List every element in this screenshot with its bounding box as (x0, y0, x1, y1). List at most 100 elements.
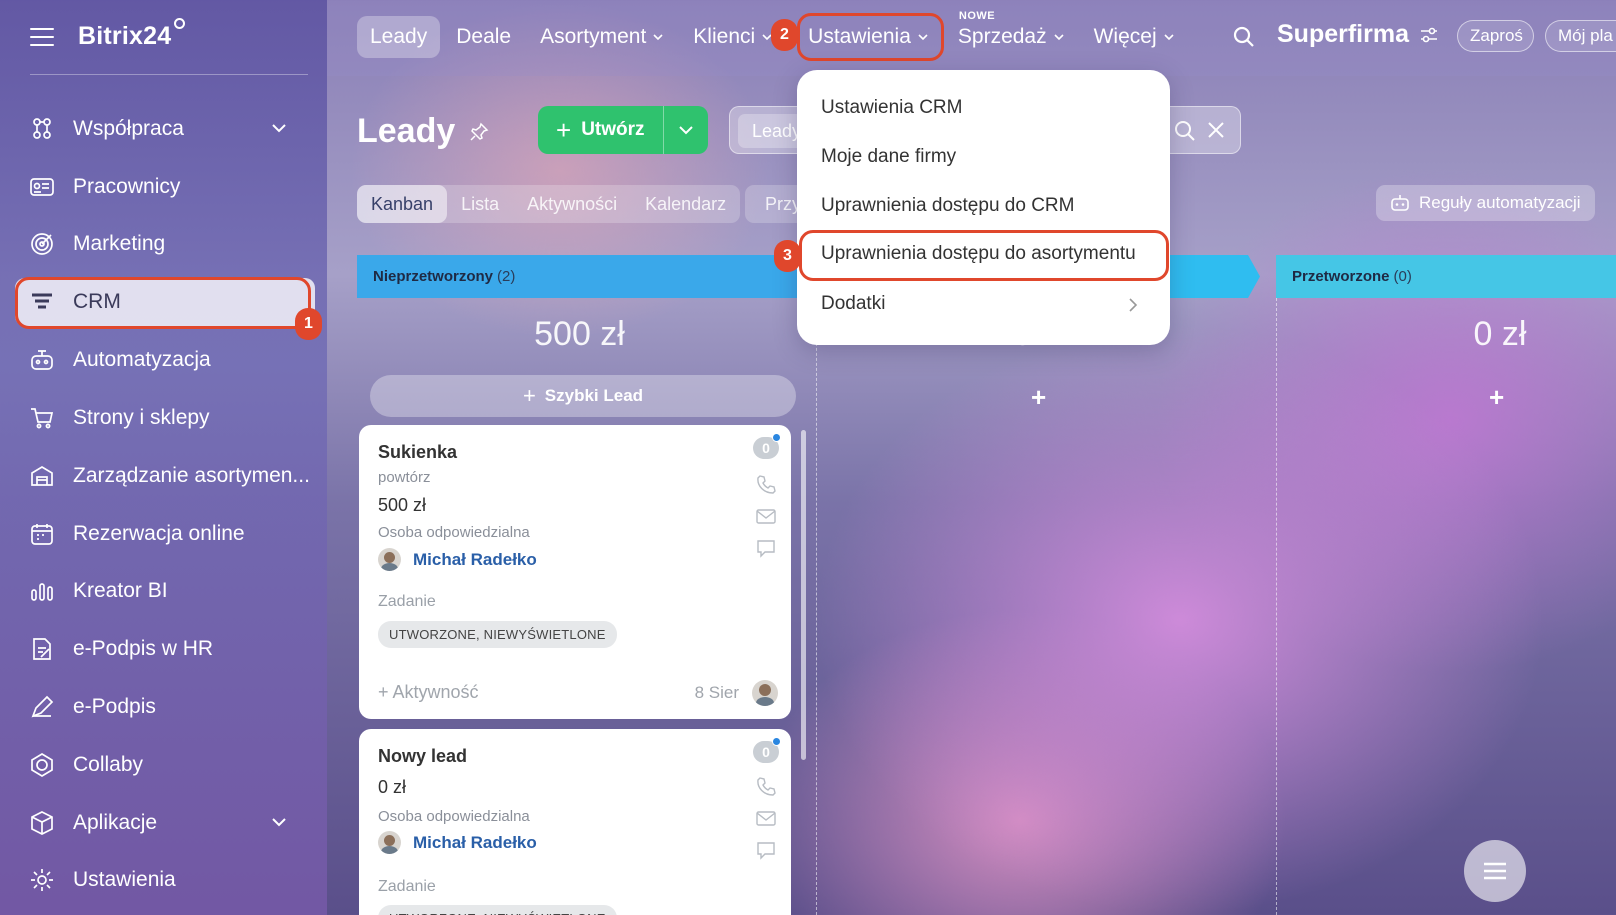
company-name[interactable]: Superfirma (1277, 20, 1439, 49)
sidebar-item-marketing[interactable]: Marketing (0, 216, 327, 274)
tab-przy[interactable]: Przy (745, 185, 805, 223)
tab-lista[interactable]: Lista (447, 185, 513, 223)
sidebar-item-label: Ustawienia (73, 868, 176, 892)
hexagon-icon (28, 751, 56, 779)
sidebar-item-automatyzacja[interactable]: Automatyzacja (0, 331, 327, 389)
sidebar-item-epodpis-hr[interactable]: e-Podpis w HR (0, 620, 327, 678)
tab-kalendarz[interactable]: Kalendarz (631, 185, 740, 223)
chat-icon[interactable] (755, 537, 777, 559)
responsible-person[interactable]: Michał Radełko (378, 831, 537, 854)
feed-fab-button[interactable] (1464, 840, 1526, 902)
view-switcher: Kanban Lista Aktywności Kalendarz (357, 185, 741, 223)
menu-item-ustawienia-crm[interactable]: Ustawienia CRM (821, 97, 962, 119)
my-plan-button[interactable]: Mój pla (1545, 20, 1616, 52)
sidebar-item-pracownicy[interactable]: Pracownicy (0, 158, 327, 216)
sidebar-item-label: CRM (73, 290, 121, 314)
chevron-down-icon[interactable] (271, 120, 287, 136)
automation-icon (28, 346, 56, 374)
sidebar-item-label: Automatyzacja (73, 348, 211, 372)
chevron-down-icon (653, 34, 663, 41)
clock-icon (174, 18, 186, 29)
column-divider (1276, 298, 1277, 915)
lead-card[interactable]: Nowy lead 0 0 zł Osoba odpowiedzialna Mi… (359, 729, 791, 915)
menu-burger-icon[interactable] (30, 27, 54, 46)
responsible-label: Osoba odpowiedzialna (378, 808, 530, 825)
document-sign-icon (28, 635, 56, 663)
column-header-nieprzetworzony[interactable]: Nieprzetworzony (2) (357, 255, 802, 298)
scrollbar[interactable] (801, 430, 806, 760)
chevron-down-icon (1164, 34, 1174, 41)
sidebar-item-wspolpraca[interactable]: Współpraca (0, 100, 327, 158)
card-date: 8 Sier (694, 683, 739, 702)
mail-icon[interactable] (755, 807, 777, 829)
sidebar-item-aplikacje[interactable]: Aplikacje (0, 794, 327, 852)
tab-ustawienia[interactable]: Ustawienia (795, 16, 942, 58)
add-lead-plus-icon[interactable]: + (1031, 382, 1046, 413)
create-main-button[interactable]: + Utwórz (538, 106, 664, 154)
phone-icon[interactable] (755, 473, 777, 495)
tab-sprzedaz[interactable]: Sprzedaż NOWE (945, 10, 1078, 58)
quick-lead-button[interactable]: + Szybki Lead (370, 375, 796, 417)
add-lead-plus-icon[interactable]: + (1489, 382, 1504, 413)
employees-icon (28, 173, 56, 201)
settings-sliders-icon[interactable] (1419, 25, 1439, 45)
avatar[interactable] (752, 680, 778, 706)
search-icon[interactable] (1174, 120, 1196, 142)
chat-icon[interactable] (755, 839, 777, 861)
column-header-middle[interactable] (1160, 255, 1260, 298)
menu-item-uprawnienia-crm[interactable]: Uprawnienia dostępu do CRM (821, 195, 1074, 217)
responsible-person[interactable]: Michał Radełko (378, 548, 537, 571)
robot-icon (1391, 195, 1409, 211)
search-icon[interactable] (1232, 25, 1256, 49)
chevron-down-icon[interactable] (271, 814, 287, 830)
chevron-down-icon (678, 126, 693, 135)
column-header-przetworzone[interactable]: Przetworzone (0) (1276, 255, 1616, 298)
mail-icon[interactable] (755, 505, 777, 527)
add-activity-link[interactable]: + Aktywność (378, 682, 479, 703)
tab-aktywnosci[interactable]: Aktywności (513, 185, 631, 223)
phone-icon[interactable] (755, 775, 777, 797)
chevron-down-icon (1054, 34, 1064, 41)
sidebar-item-ustawienia[interactable]: Ustawienia (0, 852, 327, 910)
sidebar-item-label: Rezerwacja online (73, 521, 245, 545)
tab-kanban[interactable]: Kanban (357, 185, 448, 223)
menu-item-dodatki[interactable]: Dodatki (821, 293, 885, 315)
sidebar: Bitrix24 Współpraca Pracownicy Marketing… (0, 0, 327, 915)
calendar-icon (28, 520, 56, 548)
sidebar-item-label: Współpraca (73, 116, 184, 140)
task-status-tag: UTWORZONE, NIEWYŚWIETLONE (378, 621, 617, 648)
chevron-down-icon (918, 34, 928, 41)
sidebar-item-rezerwacja[interactable]: Rezerwacja online (0, 505, 327, 563)
chevron-right-icon (1129, 298, 1138, 312)
tab-leady[interactable]: Leady (357, 16, 441, 58)
sidebar-item-asortyment[interactable]: Zarządzanie asortymen... (0, 447, 327, 505)
crm-icon (28, 288, 56, 316)
pin-icon[interactable] (469, 122, 489, 142)
menu-item-uprawnienia-asortymentu[interactable]: Uprawnienia dostępu do asortymentu (821, 243, 1136, 265)
invite-button[interactable]: Zaproś (1457, 20, 1534, 52)
sidebar-item-kreator-bi[interactable]: Kreator BI (0, 563, 327, 621)
tab-wiecej[interactable]: Więcej (1081, 16, 1188, 58)
tab-asortyment[interactable]: Asortyment (527, 16, 677, 58)
sidebar-item-crm[interactable]: CRM (15, 278, 315, 327)
sidebar-item-label: Aplikacje (73, 810, 158, 834)
sidebar-item-collaby[interactable]: Collaby (0, 736, 327, 794)
page-title: Leady (357, 112, 489, 151)
column-sum: 0 zł (1473, 315, 1527, 353)
card-title[interactable]: Sukienka (378, 442, 457, 463)
lead-card[interactable]: Sukienka 0 powtórz 500 zł Osoba odpowied… (359, 425, 791, 719)
create-button[interactable]: + Utwórz (538, 106, 708, 154)
menu-item-moje-dane-firmy[interactable]: Moje dane firmy (821, 146, 956, 168)
app-logo[interactable]: Bitrix24 (78, 18, 186, 51)
close-icon[interactable] (1206, 120, 1226, 140)
annotation-badge-1: 1 (295, 308, 322, 340)
avatar (378, 548, 401, 571)
automation-rules-button[interactable]: Reguły automatyzacji (1376, 185, 1595, 221)
create-dropdown-button[interactable] (664, 106, 708, 154)
tab-deale[interactable]: Deale (443, 16, 524, 58)
sidebar-item-epodpis[interactable]: e-Podpis (0, 678, 327, 736)
sidebar-item-strony[interactable]: Strony i sklepy (0, 389, 327, 447)
pen-icon (28, 693, 56, 721)
card-title[interactable]: Nowy lead (378, 746, 467, 767)
sidebar-item-label: Collaby (73, 752, 144, 776)
